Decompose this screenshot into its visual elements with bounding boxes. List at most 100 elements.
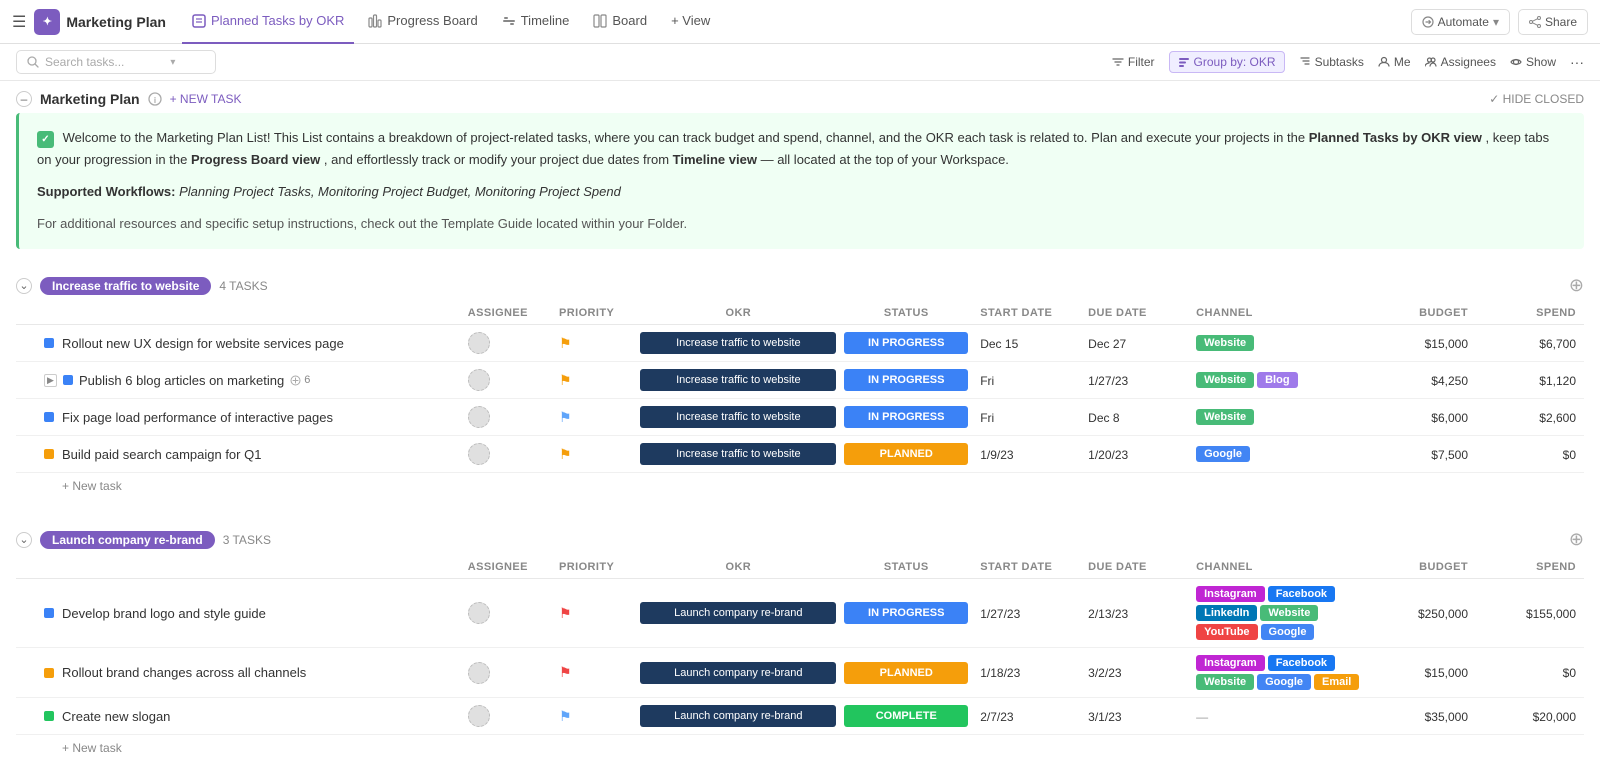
supported-label: Supported Workflows: bbox=[37, 184, 175, 199]
status-badge: COMPLETE bbox=[844, 705, 968, 727]
search-placeholder: Search tasks... bbox=[45, 55, 124, 69]
assignees-label: Assignees bbox=[1441, 55, 1496, 69]
automate-button[interactable]: Automate ▾ bbox=[1411, 9, 1510, 35]
task-name[interactable]: Rollout new UX design for website servic… bbox=[62, 336, 344, 351]
task-name-cell: Build paid search campaign for Q1 bbox=[44, 447, 452, 462]
col-due-2: DUE DATE bbox=[1080, 556, 1188, 579]
channel-tag-facebook: Facebook bbox=[1268, 655, 1335, 671]
task-row: Fix page load performance of interactive… bbox=[16, 399, 1584, 436]
board-icon bbox=[593, 14, 607, 28]
new-task-row-2[interactable]: + New task bbox=[16, 735, 1584, 762]
budget: $6,000 bbox=[1431, 411, 1468, 425]
more-options-button[interactable]: ··· bbox=[1570, 54, 1584, 70]
subtasks-button[interactable]: Subtasks bbox=[1299, 55, 1364, 69]
col-due-1: DUE DATE bbox=[1080, 302, 1188, 325]
app-icon: ✦ bbox=[34, 9, 60, 35]
menu-icon[interactable]: ☰ bbox=[12, 12, 26, 32]
tab-board-label: Board bbox=[612, 13, 647, 28]
task-dot-blue bbox=[44, 412, 54, 422]
tab-board[interactable]: Board bbox=[583, 0, 657, 44]
avatar bbox=[468, 369, 490, 391]
avatar bbox=[468, 332, 490, 354]
due-date: Dec 8 bbox=[1088, 411, 1119, 425]
col-status-2: STATUS bbox=[840, 556, 972, 579]
group-label-1[interactable]: Increase traffic to website bbox=[40, 277, 211, 295]
col-budget-2: BUDGET bbox=[1368, 556, 1476, 579]
status-badge: IN PROGRESS bbox=[844, 369, 968, 391]
avatar bbox=[468, 705, 490, 727]
tab-planned-tasks[interactable]: Planned Tasks by OKR bbox=[182, 0, 354, 44]
tab-view[interactable]: + View bbox=[661, 0, 720, 44]
info-icon[interactable]: i bbox=[148, 92, 162, 106]
budget: $4,250 bbox=[1431, 374, 1468, 388]
priority-flag-low: ⚑ bbox=[559, 409, 572, 425]
group-by-button[interactable]: Group by: OKR bbox=[1169, 51, 1285, 73]
priority-flag-low: ⚑ bbox=[559, 708, 572, 724]
task-name[interactable]: Build paid search campaign for Q1 bbox=[62, 447, 261, 462]
planned-tasks-icon bbox=[192, 14, 206, 28]
marketing-plan-collapse-icon[interactable]: – bbox=[16, 91, 32, 107]
status-badge: PLANNED bbox=[844, 662, 968, 684]
task-name[interactable]: Create new slogan bbox=[62, 709, 170, 724]
budget: $15,000 bbox=[1425, 337, 1468, 351]
automate-label: Automate bbox=[1438, 15, 1489, 29]
channel-tags: Website bbox=[1196, 409, 1360, 425]
share-label: Share bbox=[1545, 15, 1577, 29]
task-name[interactable]: Fix page load performance of interactive… bbox=[62, 410, 333, 425]
group-table-2: ASSIGNEE PRIORITY OKR STATUS START DATE … bbox=[16, 556, 1584, 761]
me-button[interactable]: Me bbox=[1378, 55, 1411, 69]
task-name-cell: Rollout new UX design for website servic… bbox=[44, 336, 452, 351]
task-name[interactable]: Publish 6 blog articles on marketing bbox=[79, 373, 284, 388]
tab-planned-tasks-label: Planned Tasks by OKR bbox=[211, 13, 344, 28]
new-task-row-1[interactable]: + New task bbox=[16, 473, 1584, 500]
group-add-icon-1[interactable]: ⊕ bbox=[1569, 275, 1584, 296]
budget: $7,500 bbox=[1431, 448, 1468, 462]
group-label-2[interactable]: Launch company re-brand bbox=[40, 531, 215, 549]
avatar bbox=[468, 406, 490, 428]
status-badge: PLANNED bbox=[844, 443, 968, 465]
group-header-2: ⌄ Launch company re-brand 3 TASKS ⊕ bbox=[16, 523, 1584, 556]
tab-timeline-label: Timeline bbox=[521, 13, 570, 28]
channel-tag-website: Website bbox=[1260, 605, 1318, 621]
channel-tags: Instagram Facebook Website Google Email bbox=[1196, 655, 1360, 690]
budget: $15,000 bbox=[1425, 666, 1468, 680]
subtask-toggle-icon[interactable]: ▶ bbox=[44, 374, 57, 387]
col-priority-2: PRIORITY bbox=[551, 556, 636, 579]
okr-cell: Increase traffic to website bbox=[640, 332, 836, 354]
assignees-button[interactable]: Assignees bbox=[1425, 55, 1496, 69]
start-date: Dec 15 bbox=[980, 337, 1018, 351]
task-name[interactable]: Develop brand logo and style guide bbox=[62, 606, 266, 621]
group-collapse-icon-2[interactable]: ⌄ bbox=[16, 532, 32, 548]
tab-progress-board[interactable]: Progress Board bbox=[358, 0, 487, 44]
channel-tag-blog: Blog bbox=[1257, 372, 1297, 388]
group-collapse-icon-1[interactable]: ⌄ bbox=[16, 278, 32, 294]
col-assignee-2: ASSIGNEE bbox=[460, 556, 551, 579]
group-count-1: 4 TASKS bbox=[219, 279, 267, 293]
priority-flag-high: ⚑ bbox=[559, 664, 572, 680]
table-header-1: ASSIGNEE PRIORITY OKR STATUS START DATE … bbox=[16, 302, 1584, 325]
task-name[interactable]: Rollout brand changes across all channel… bbox=[62, 665, 306, 680]
channel-tags: Website Blog bbox=[1196, 372, 1360, 388]
new-task-label-2[interactable]: + New task bbox=[62, 741, 122, 755]
start-date: 1/18/23 bbox=[980, 666, 1020, 680]
tab-timeline[interactable]: Timeline bbox=[492, 0, 580, 44]
automate-icon bbox=[1422, 16, 1434, 28]
start-date: 1/9/23 bbox=[980, 448, 1013, 462]
share-button[interactable]: Share bbox=[1518, 9, 1588, 35]
status-badge: IN PROGRESS bbox=[844, 332, 968, 354]
task-dot-yellow bbox=[44, 449, 54, 459]
due-date: 3/2/23 bbox=[1088, 666, 1121, 680]
hide-closed-button[interactable]: ✓ HIDE CLOSED bbox=[1489, 92, 1584, 106]
new-task-button[interactable]: + NEW TASK bbox=[170, 92, 242, 106]
search-box[interactable]: Search tasks... ▾ bbox=[16, 50, 216, 74]
svg-text:i: i bbox=[153, 96, 155, 105]
show-button[interactable]: Show bbox=[1510, 55, 1556, 69]
avatar bbox=[468, 602, 490, 624]
new-task-label-1[interactable]: + New task bbox=[62, 479, 122, 493]
spend: $0 bbox=[1563, 666, 1576, 680]
subtask-badge: 6 bbox=[290, 374, 310, 386]
marketing-plan-header: – Marketing Plan i + NEW TASK ✓ HIDE CLO… bbox=[16, 81, 1584, 113]
filter-button[interactable]: Filter bbox=[1112, 55, 1155, 69]
group-add-icon-2[interactable]: ⊕ bbox=[1569, 529, 1584, 550]
col-start-2: START DATE bbox=[972, 556, 1080, 579]
